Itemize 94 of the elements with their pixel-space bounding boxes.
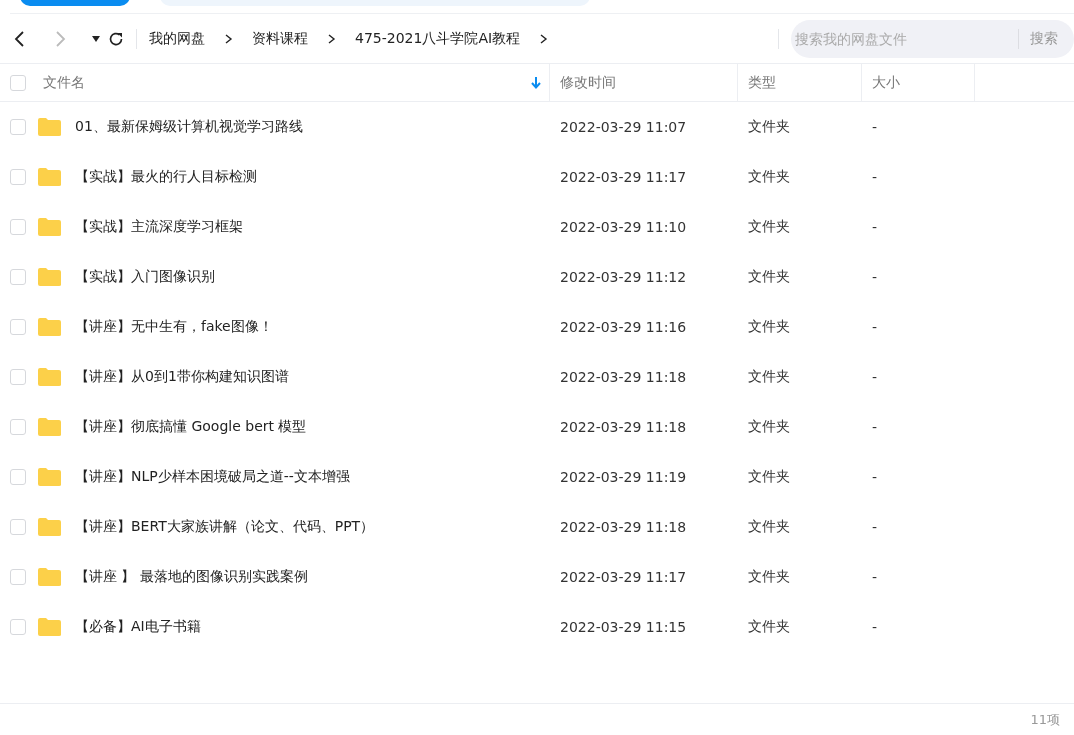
modified-time: 2022-03-29 11:18 [560, 369, 687, 385]
column-header[interactable]: 大小 [872, 73, 900, 92]
file-size: - [872, 169, 878, 185]
modified-time: 2022-03-29 11:18 [560, 519, 687, 535]
row-checkbox[interactable] [9, 419, 26, 435]
file-row[interactable]: 【讲座 】 最落地的图像识别实践案例 2022-03-29 11:17 文件夹 - [0, 552, 1074, 602]
column-header[interactable]: 类型 [748, 73, 776, 92]
file-name[interactable]: 【讲座】无中生有，fake图像！ [75, 318, 273, 336]
modified-time: 2022-03-29 11:12 [560, 269, 687, 285]
file-name[interactable]: 【讲座 】 最落地的图像识别实践案例 [75, 568, 308, 586]
chevron-left-icon [14, 30, 26, 47]
folder-icon [37, 467, 62, 487]
sort-arrow-icon[interactable] [531, 76, 541, 89]
file-name[interactable]: 【讲座】BERT大家族讲解（论文、代码、PPT） [75, 518, 375, 536]
file-type: 文件夹 [748, 168, 790, 186]
file-size: - [872, 419, 878, 435]
file-type: 文件夹 [748, 318, 790, 336]
file-type: 文件夹 [748, 118, 790, 136]
folder-icon [37, 317, 62, 337]
file-row[interactable]: 【讲座】BERT大家族讲解（论文、代码、PPT） 2022-03-29 11:18 文件夹 - [0, 502, 1074, 552]
file-name[interactable]: 【实战】入门图像识别 [75, 268, 215, 286]
row-checkbox[interactable] [9, 519, 26, 535]
chevron-right-icon [225, 33, 233, 44]
column-header[interactable]: 文件名 [43, 73, 85, 92]
row-checkbox[interactable] [9, 319, 26, 335]
modified-time: 2022-03-29 11:15 [560, 619, 687, 635]
file-name[interactable]: 01、最新保姆级计算机视觉学习路线 [75, 118, 303, 136]
row-checkbox[interactable] [9, 569, 26, 585]
file-name[interactable]: 【必备】AI电子书籍 [75, 618, 201, 636]
breadcrumb-link[interactable]: 我的网盘 [149, 29, 205, 48]
modified-time: 2022-03-29 11:19 [560, 469, 687, 485]
file-name[interactable]: 【实战】最火的行人目标检测 [75, 168, 257, 186]
file-size: - [872, 269, 878, 285]
row-checkbox[interactable] [9, 469, 26, 485]
file-type: 文件夹 [748, 618, 790, 636]
column-header[interactable]: 修改时间 [560, 73, 616, 92]
file-type: 文件夹 [748, 568, 790, 586]
file-row[interactable]: 【实战】主流深度学习框架 2022-03-29 11:10 文件夹 - [0, 202, 1074, 252]
file-size: - [872, 119, 878, 135]
row-checkbox[interactable] [9, 619, 26, 635]
file-name[interactable]: 【讲座】彻底搞懂 Google bert 模型 [75, 418, 307, 436]
file-size: - [872, 619, 878, 635]
file-type: 文件夹 [748, 468, 790, 486]
row-checkbox[interactable] [9, 219, 26, 235]
modified-time: 2022-03-29 11:17 [560, 169, 687, 185]
file-type: 文件夹 [748, 268, 790, 286]
folder-icon [37, 167, 62, 187]
chevron-right-icon [328, 33, 336, 44]
item-count: 11项 [1030, 711, 1060, 729]
file-size: - [872, 469, 878, 485]
chevron-right-icon [540, 33, 549, 44]
file-row[interactable]: 01、最新保姆级计算机视觉学习路线 2022-03-29 11:07 文件夹 - [0, 102, 1074, 152]
row-checkbox[interactable] [9, 269, 26, 285]
file-size: - [872, 569, 878, 585]
row-checkbox[interactable] [9, 169, 26, 185]
modified-time: 2022-03-29 11:16 [560, 319, 687, 335]
folder-icon [37, 567, 62, 587]
file-name[interactable]: 【讲座】从0到1带你构建知识图谱 [75, 368, 289, 386]
modified-time: 2022-03-29 11:17 [560, 569, 687, 585]
folder-icon [37, 217, 62, 237]
row-checkbox[interactable] [9, 369, 26, 385]
file-size: - [872, 369, 878, 385]
modified-time: 2022-03-29 11:10 [560, 219, 687, 235]
file-type: 文件夹 [748, 368, 790, 386]
file-row[interactable]: 【实战】最火的行人目标检测 2022-03-29 11:17 文件夹 - [0, 152, 1074, 202]
file-row[interactable]: 【讲座】彻底搞懂 Google bert 模型 2022-03-29 11:18 文件夹 - [0, 402, 1074, 452]
folder-icon [37, 117, 62, 137]
file-row[interactable]: 【讲座】从0到1带你构建知识图谱 2022-03-29 11:18 文件夹 - [0, 352, 1074, 402]
file-row[interactable]: 【必备】AI电子书籍 2022-03-29 11:15 文件夹 - [0, 602, 1074, 652]
file-type: 文件夹 [748, 218, 790, 236]
folder-icon [37, 367, 62, 387]
select-all-checkbox[interactable] [9, 74, 26, 91]
file-type: 文件夹 [748, 418, 790, 436]
folder-icon [37, 267, 62, 287]
breadcrumb-link[interactable]: 资料课程 [252, 29, 308, 48]
row-checkbox[interactable] [9, 119, 26, 135]
file-size: - [872, 319, 878, 335]
caret-icon [92, 35, 100, 42]
file-row[interactable]: 【讲座】NLP少样本困境破局之道--文本增强 2022-03-29 11:19 文件夹 - [0, 452, 1074, 502]
folder-icon [37, 417, 62, 437]
modified-time: 2022-03-29 11:18 [560, 419, 687, 435]
file-row[interactable]: 【讲座】无中生有，fake图像！ 2022-03-29 11:16 文件夹 - [0, 302, 1074, 352]
file-type: 文件夹 [748, 518, 790, 536]
refresh-icon [108, 30, 124, 47]
file-size: - [872, 519, 878, 535]
folder-icon [37, 617, 62, 637]
modified-time: 2022-03-29 11:07 [560, 119, 687, 135]
breadcrumb-link[interactable]: 475-2021八斗学院AI教程 [355, 29, 521, 48]
folder-icon [37, 517, 62, 537]
file-size: - [872, 219, 878, 235]
file-name[interactable]: 【讲座】NLP少样本困境破局之道--文本增强 [75, 468, 350, 486]
chevron-right-icon [54, 30, 66, 47]
file-name[interactable]: 【实战】主流深度学习框架 [75, 218, 243, 236]
file-row[interactable]: 【实战】入门图像识别 2022-03-29 11:12 文件夹 - [0, 252, 1074, 302]
